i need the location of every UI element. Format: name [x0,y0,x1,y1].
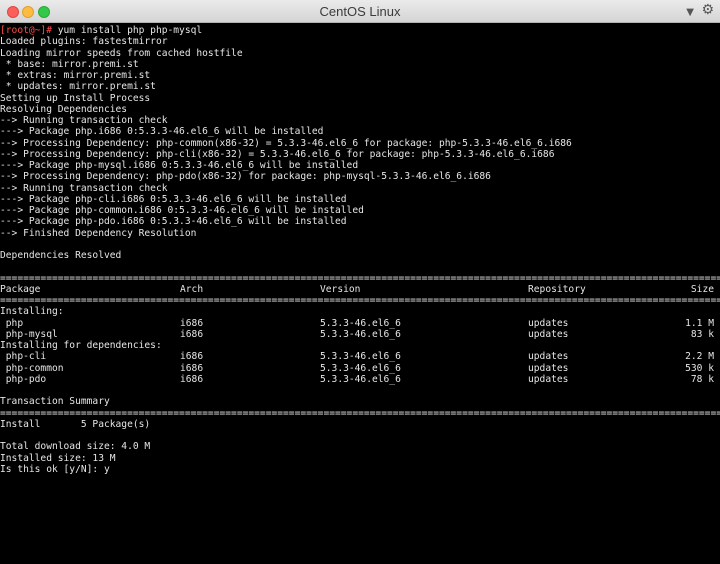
shell-prompt: [root@~]# [0,25,52,36]
header-package: Package [0,283,41,295]
install-count: Install 5 Package(s) [0,418,151,430]
cell-package: php-mysql [0,328,58,340]
cell-repository: updates [528,373,569,385]
cell-size: 2.2 M [685,351,714,363]
output-line: --> Processing Dependency: php-cli(x86-3… [0,148,555,160]
table-row: php-mysql i686 5.3.3-46.el6_6 updates 83 k [0,329,720,340]
installing-label: Installing: [0,306,64,318]
table-row: php-common i686 5.3.3-46.el6_6 updates 530 k [0,363,720,374]
output-line: --> Running transaction check [0,115,168,126]
gear-icon[interactable]: ⚙ [701,2,714,18]
cell-repository: updates [528,328,569,340]
cell-version: 5.3.3-46.el6_6 [320,362,401,374]
cell-repository: updates [528,362,569,374]
output-line: Dependencies Resolved [0,250,122,261]
cell-arch: i686 [180,351,204,363]
cell-repository: updates [528,351,569,363]
header-arch: Arch [180,283,204,295]
summary-title: Transaction Summary [0,396,110,408]
output-line: Loaded plugins: fastestmirror [0,36,168,48]
cell-size: 83 k [690,328,714,340]
table-row: php-pdo i686 5.3.3-46.el6_6 updates 78 k [0,374,720,385]
output-line: ---> Package php-pdo.i686 0:5.3.3-46.el6… [0,216,347,228]
cell-arch: i686 [180,373,204,385]
deps-label: Installing for dependencies: [0,340,162,351]
output-line: --> Processing Dependency: php-common(x8… [0,137,572,149]
cell-arch: i686 [180,362,204,374]
installed-size: Installed size: 13 M [0,452,116,464]
output-line: ---> Package php-common.i686 0:5.3.3-46.… [0,205,364,216]
window-title: CentOS Linux [319,4,401,19]
separator: ========================================… [0,295,720,306]
output-line: --> Running transaction check [0,182,168,194]
output-lines: Loaded plugins: fastestmirror Loading mir… [0,36,720,272]
output-line: Setting up Install Process [0,92,151,104]
output-line: --> Processing Dependency: php-pdo(x86-3… [0,171,491,183]
cell-size: 78 k [690,373,714,385]
output-line: Resolving Dependencies [0,103,128,115]
cell-version: 5.3.3-46.el6_6 [320,373,401,385]
cell-package: php-pdo [0,373,47,385]
command-line: [root@~]# yum install php php-mysql [0,25,720,36]
cell-repository: updates [528,317,569,329]
cell-size: 530 k [685,362,714,374]
cell-version: 5.3.3-46.el6_6 [320,317,401,329]
terminal-window: CentOS Linux ▼ ⚙ [root@~]# yum install p… [0,0,720,564]
output-line: ---> Package php-mysql.i686 0:5.3.3-46.e… [0,160,359,171]
header-size: Size [690,283,714,295]
deps-rows: php-cli i686 5.3.3-46.el6_6 updates 2.2 M ph… [0,351,720,385]
cell-package: php-cli [0,351,47,363]
title-bar[interactable]: CentOS Linux ▼ ⚙ [0,0,720,23]
output-line: ---> Package php-cli.i686 0:5.3.3-46.el6… [0,193,347,205]
separator: ========================================… [0,407,720,419]
confirm-prompt[interactable]: Is this ok [y/N]: y [0,464,720,475]
output-line: Loading mirror speeds from cached hostfi… [0,47,243,59]
separator: ========================================… [0,272,720,284]
command-text: yum install php php-mysql [51,25,203,36]
output-line: * base: mirror.premi.st [0,58,139,70]
header-version: Version [320,283,361,295]
table-row: php i686 5.3.3-46.el6_6 updates 1.1 M [0,318,720,329]
cell-version: 5.3.3-46.el6_6 [320,351,401,363]
output-line: * updates: mirror.premi.st [0,81,156,93]
cell-arch: i686 [180,328,204,340]
cell-version: 5.3.3-46.el6_6 [320,328,401,340]
cell-package: php [0,317,24,329]
terminal-output[interactable]: [root@~]# yum install php php-mysql Load… [0,24,720,564]
cell-package: php-common [0,362,64,374]
table-row: php-cli i686 5.3.3-46.el6_6 updates 2.2 M [0,351,720,362]
cell-arch: i686 [180,317,204,329]
header-repository: Repository [528,283,586,295]
installing-rows: php i686 5.3.3-46.el6_6 updates 1.1 M php-my… [0,318,720,341]
output-line: --> Finished Dependency Resolution [0,227,197,239]
total-download-size: Total download size: 4.0 M [0,441,151,453]
chevron-down-icon[interactable]: ▼ [686,5,694,21]
cell-size: 1.1 M [685,317,714,329]
table-header: Package Arch Version Repository Size [0,284,720,295]
output-line: ---> Package php.i686 0:5.3.3-46.el6_6 w… [0,126,324,138]
output-line: * extras: mirror.premi.st [0,70,151,81]
